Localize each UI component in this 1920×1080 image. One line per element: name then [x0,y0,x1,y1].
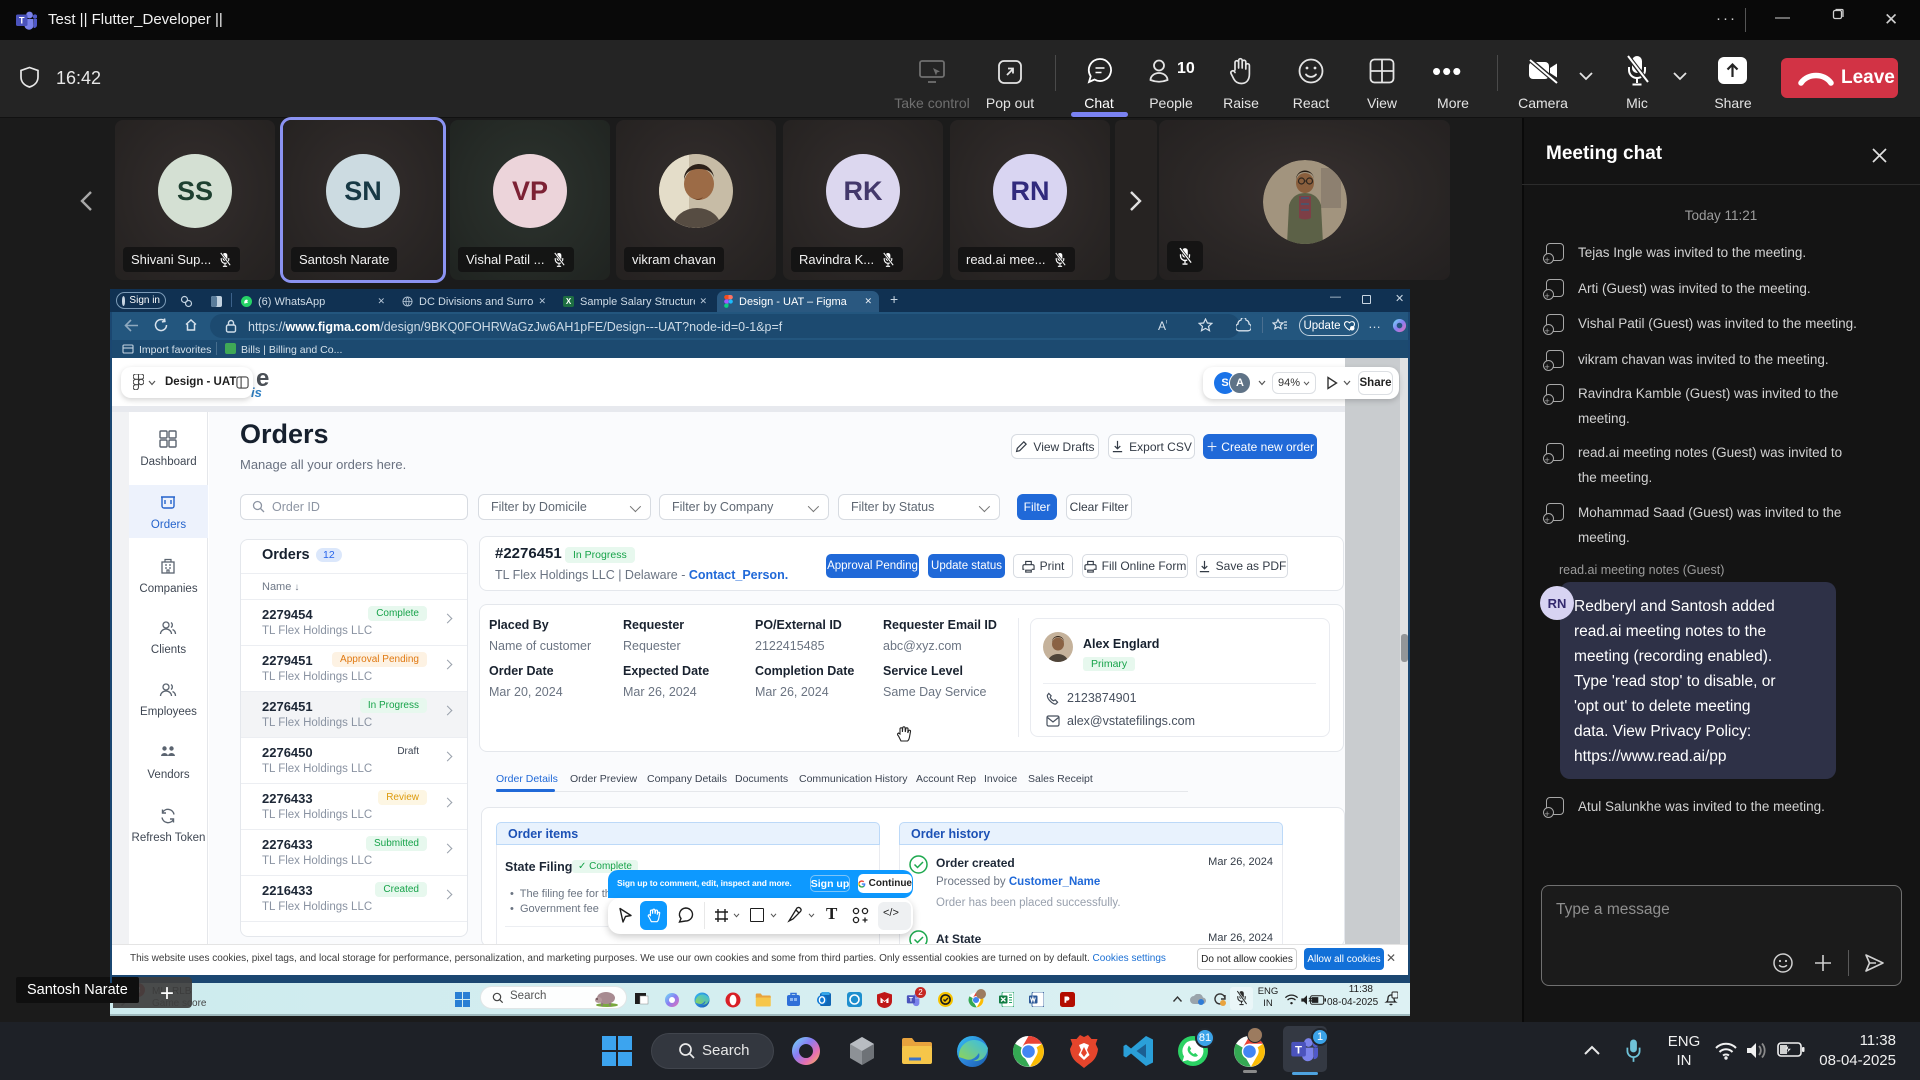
svg-text:T: T [909,997,913,1004]
svg-text:T: T [1295,1044,1302,1056]
svg-text:T: T [19,16,25,26]
